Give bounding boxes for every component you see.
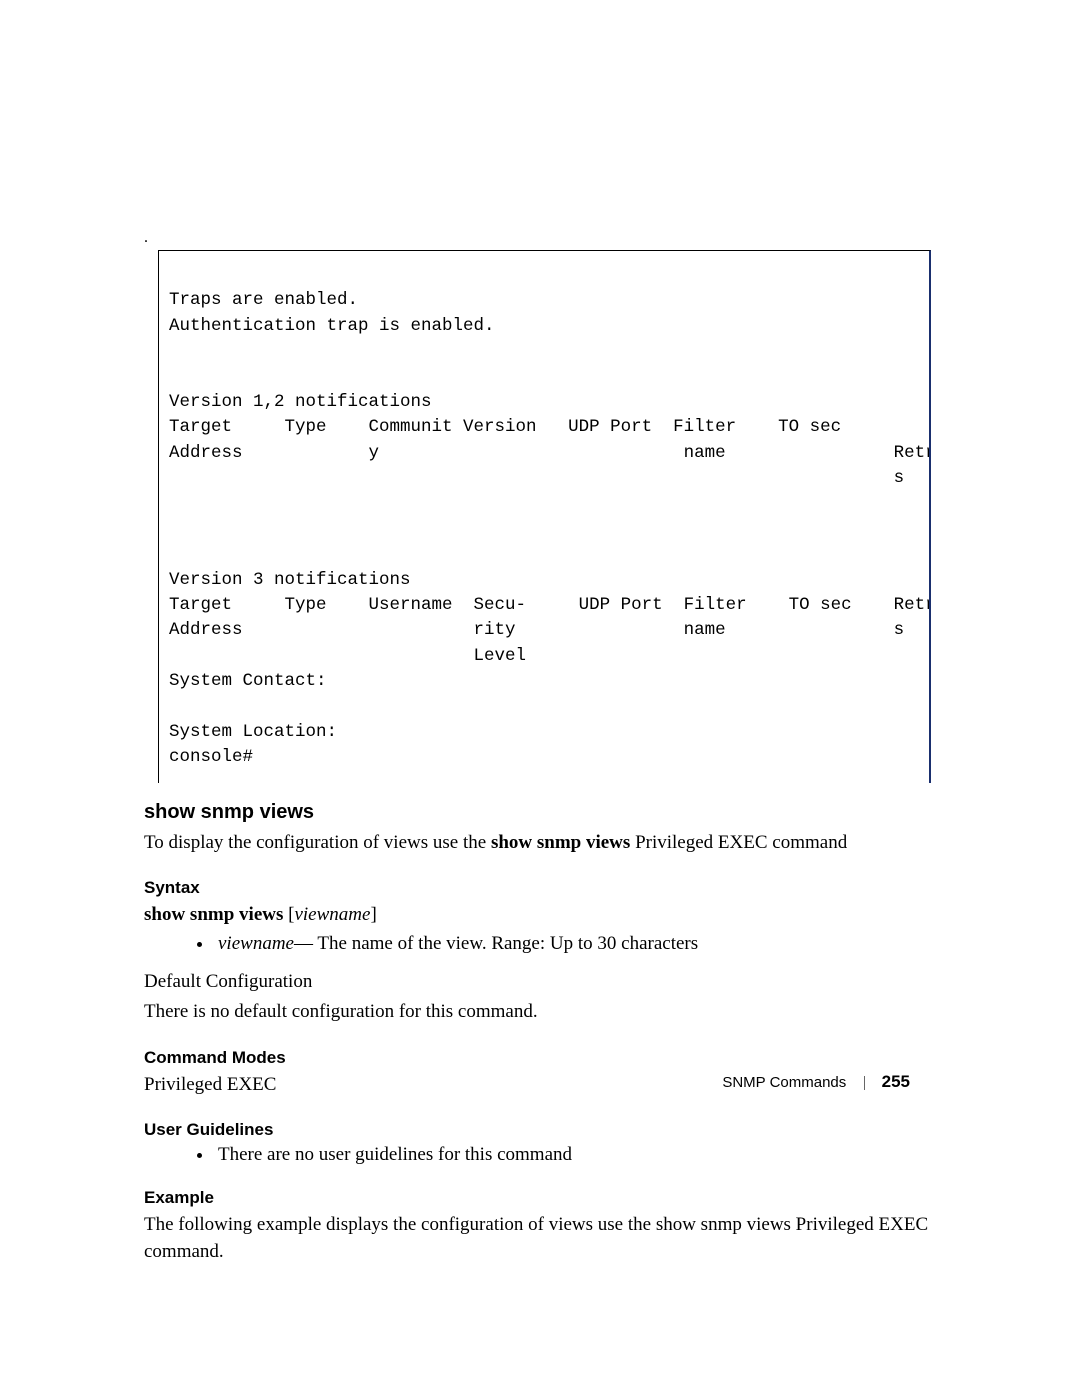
syntax-arg: viewname — [294, 904, 370, 925]
code-header: Target Type Username Secu- UDP Port Filt… — [169, 595, 931, 615]
code-line: Version 3 notifications — [169, 570, 411, 590]
footer-section: SNMP Commands — [722, 1074, 846, 1091]
guidelines-item: There are no user guidelines for this co… — [214, 1144, 945, 1166]
user-guidelines-heading: User Guidelines — [144, 1120, 945, 1140]
bracket-open: [ — [283, 904, 294, 925]
default-config-label: Default Configuration — [144, 969, 945, 996]
code-header: Target Type Communit Version UDP Port Fi… — [169, 417, 841, 437]
leading-dot: . — [144, 230, 945, 246]
example-text: The following example displays the confi… — [144, 1212, 945, 1265]
intro-post: Privileged EXEC command — [630, 832, 847, 853]
code-line: System Location: — [169, 722, 337, 742]
code-line: Authentication trap is enabled. — [169, 316, 495, 336]
syntax-heading: Syntax — [144, 878, 945, 898]
intro-pre: To display the configuration of views us… — [144, 832, 491, 853]
param-name: viewname — [218, 933, 294, 954]
default-config-text: There is no default configuration for th… — [144, 999, 945, 1026]
footer-separator — [864, 1076, 865, 1090]
syntax-param-item: viewname— The name of the view. Range: U… — [214, 933, 945, 955]
intro-cmd: show snmp views — [491, 832, 630, 853]
code-header: Address rity name s — [169, 620, 904, 640]
code-header: Level — [169, 646, 526, 666]
syntax-cmd: show snmp views — [144, 904, 283, 925]
page-footer: SNMP Commands 255 — [0, 1072, 1080, 1092]
example-heading: Example — [144, 1188, 945, 1208]
code-line: System Contact: — [169, 671, 327, 691]
bracket-close: ] — [370, 904, 376, 925]
code-header: s — [169, 468, 904, 488]
syntax-params-list: viewname— The name of the view. Range: U… — [144, 933, 945, 955]
code-header: Address y name Retrie — [169, 443, 931, 463]
param-text: The name of the view. Range: Up to 30 ch… — [317, 933, 698, 954]
section-intro: To display the configuration of views us… — [144, 830, 945, 857]
console-output-box: Traps are enabled. Authentication trap i… — [158, 250, 931, 783]
code-line: Traps are enabled. — [169, 290, 358, 310]
footer-page-number: 255 — [882, 1072, 910, 1091]
guidelines-list: There are no user guidelines for this co… — [144, 1144, 945, 1166]
command-modes-heading: Command Modes — [144, 1048, 945, 1068]
code-line: console# — [169, 747, 253, 767]
code-line: Version 1,2 notifications — [169, 392, 432, 412]
param-dash: — — [294, 933, 317, 954]
section-heading-show-snmp-views: show snmp views — [144, 801, 945, 824]
syntax-line: show snmp views [viewname] — [144, 902, 945, 929]
